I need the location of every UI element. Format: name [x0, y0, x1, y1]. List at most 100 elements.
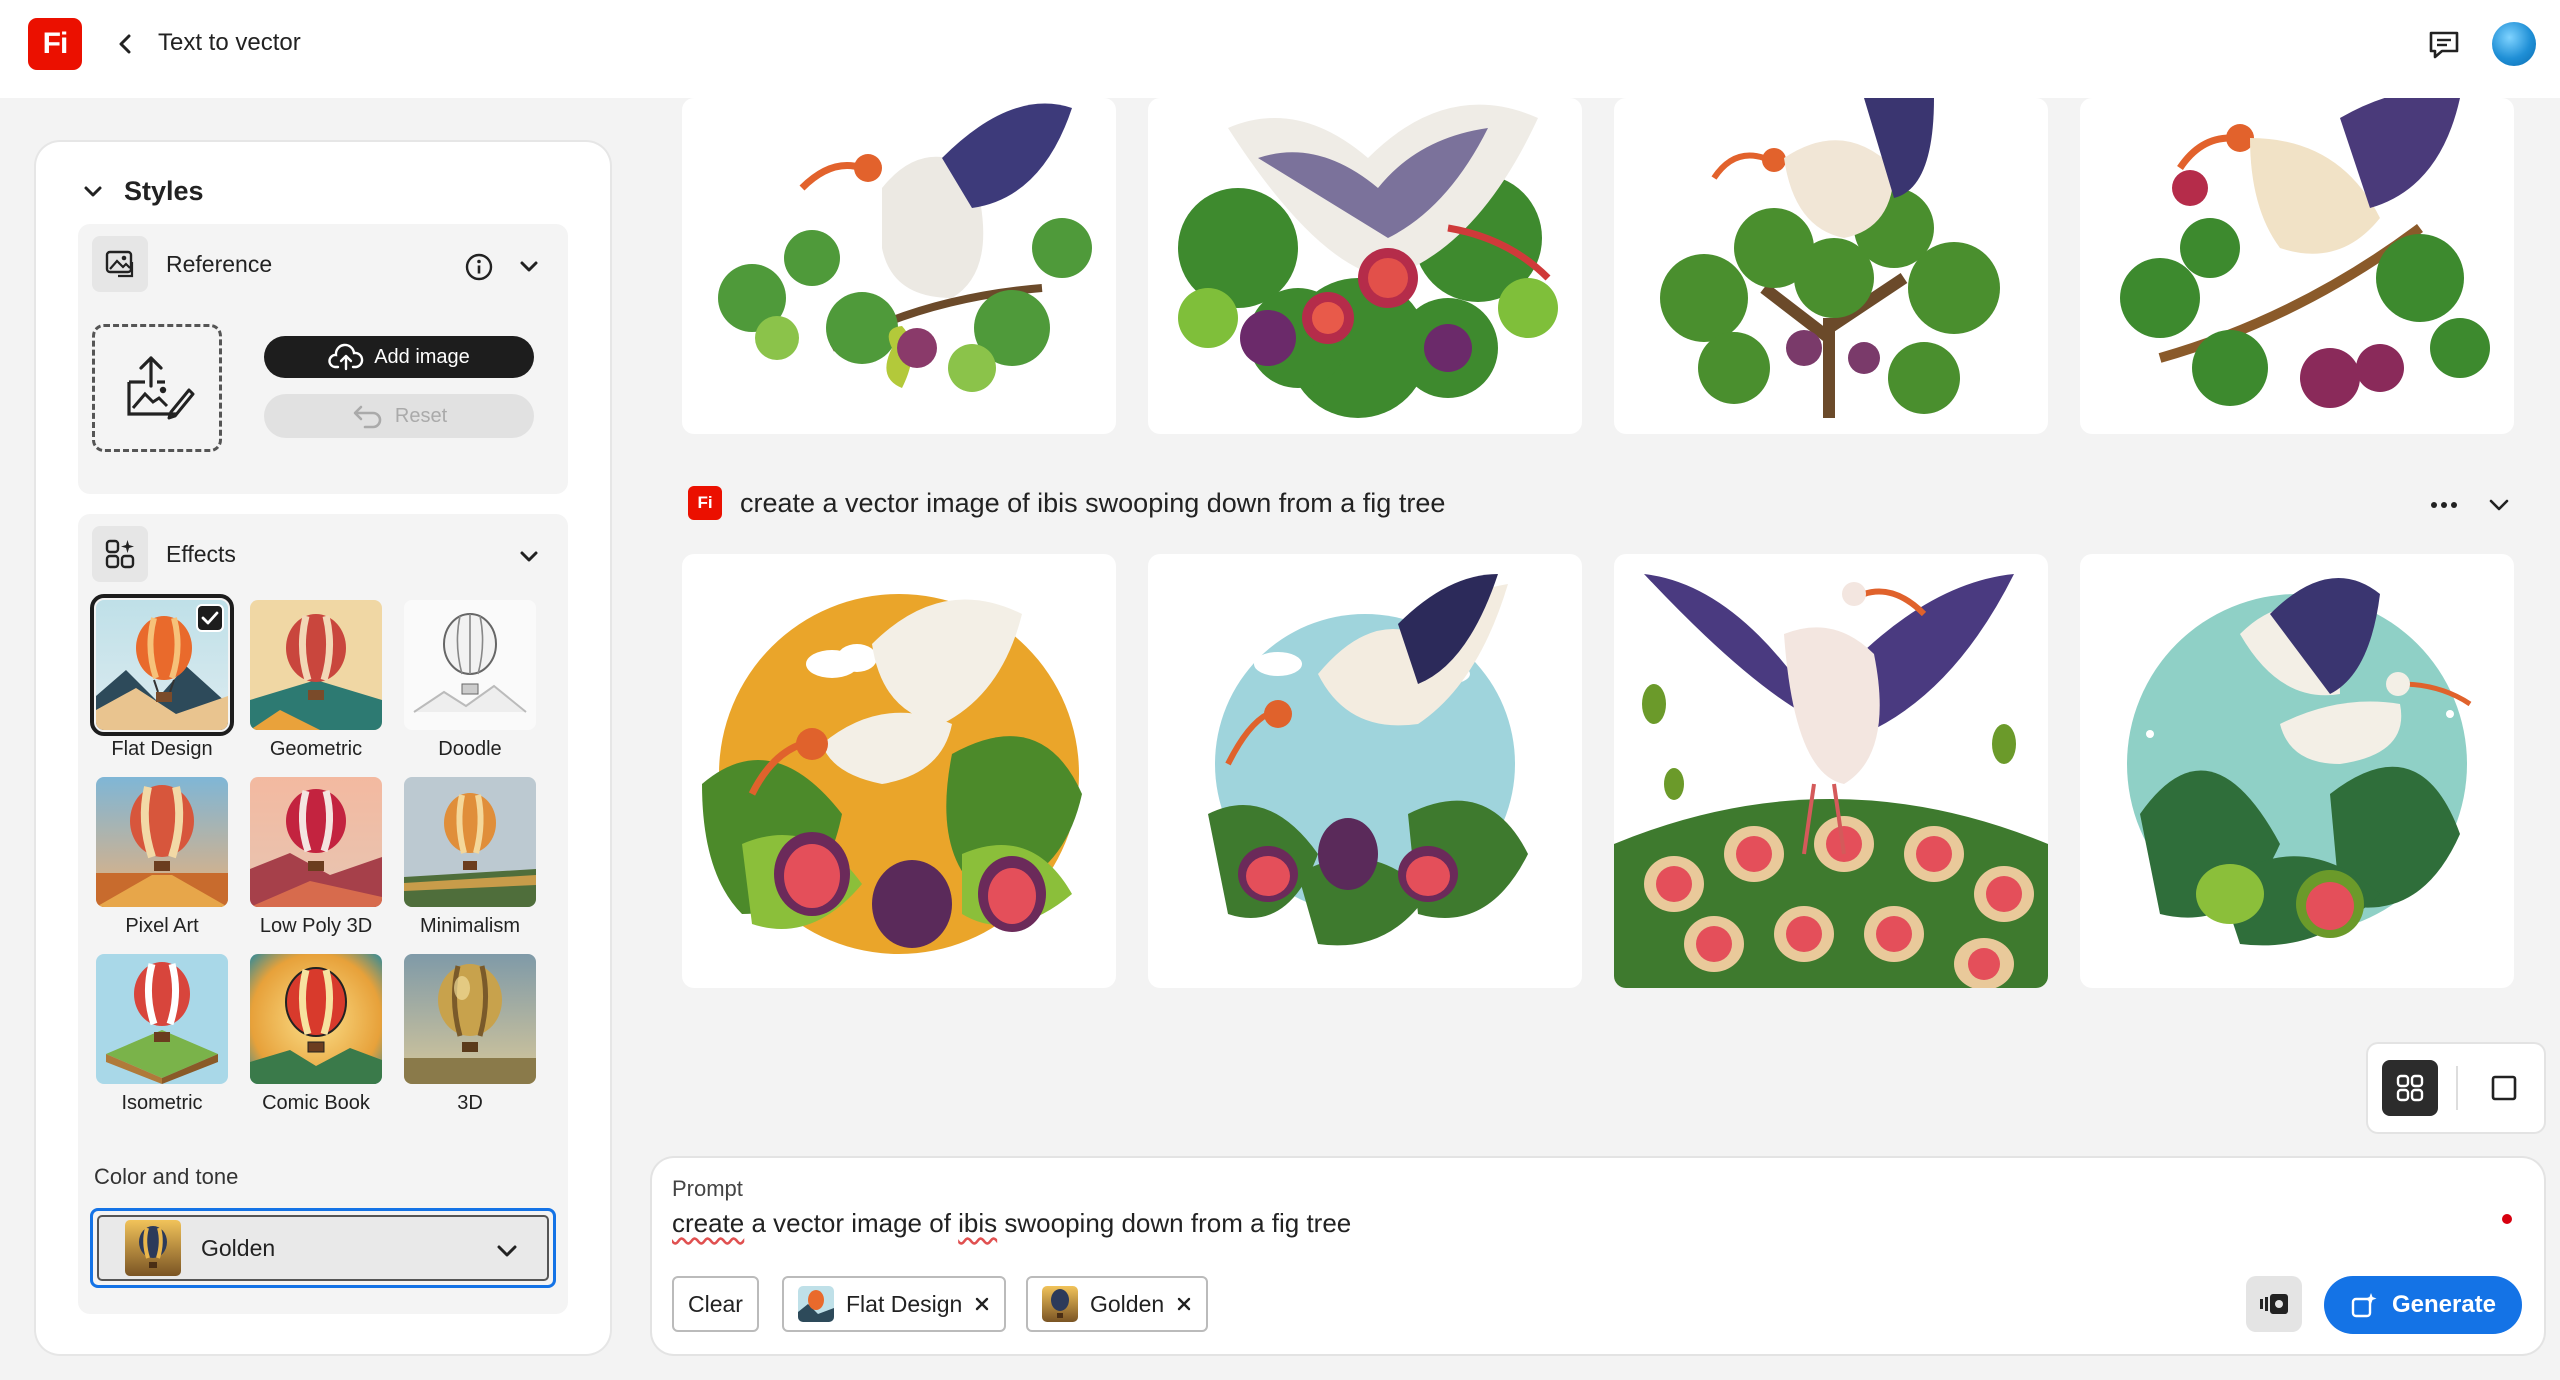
- effect-thumbnail: [250, 954, 382, 1084]
- effect-label: Pixel Art: [125, 915, 199, 937]
- remove-chip-icon[interactable]: [1176, 1296, 1192, 1312]
- page-title: Text to vector: [158, 29, 301, 56]
- comment-icon[interactable]: [2424, 25, 2464, 65]
- styles-panel: Styles Reference Add image Reset Effects…: [36, 142, 610, 1354]
- prompt-heading-row: Fi create a vector image of ibis swoopin…: [688, 486, 1445, 520]
- style-settings-icon[interactable]: [2246, 1276, 2302, 1332]
- result-image[interactable]: [682, 98, 1116, 434]
- effect-label: 3D: [457, 1092, 483, 1114]
- result-image[interactable]: [1614, 98, 2048, 434]
- ibis-illustration: [2120, 98, 2490, 408]
- ibis-illustration: [1178, 104, 1558, 418]
- info-icon[interactable]: [464, 252, 494, 287]
- generate-button[interactable]: Generate: [2324, 1276, 2522, 1334]
- effect-label: Low Poly 3D: [259, 915, 373, 937]
- effects-grid: Flat Design Geometric Doodle Pixel Art L…: [90, 594, 542, 1115]
- styles-title: Styles: [124, 176, 204, 206]
- effect-thumbnail: [404, 777, 536, 907]
- effect-thumbnail: [404, 600, 536, 730]
- reference-card: Reference Add image Reset: [78, 224, 568, 494]
- effect-thumbnail: [250, 777, 382, 907]
- prompt-input[interactable]: create a vector image of ibis swooping d…: [672, 1208, 1351, 1239]
- result-image[interactable]: [2080, 98, 2514, 434]
- prompt-label: Prompt: [672, 1176, 743, 1201]
- result-image[interactable]: [1148, 554, 1582, 988]
- effect-label: Isometric: [121, 1092, 203, 1114]
- reference-chevron-down-icon[interactable]: [518, 256, 540, 283]
- prompt-segment: a vector image of: [744, 1208, 959, 1238]
- chip-thumbnail: [1042, 1286, 1078, 1322]
- effects-chevron-down-icon[interactable]: [518, 546, 540, 573]
- prompt-segment: swooping down from a fig tree: [997, 1208, 1352, 1238]
- color-tone-select[interactable]: Golden: [90, 1208, 556, 1288]
- prompt-word: ibis: [958, 1208, 998, 1238]
- clear-button[interactable]: Clear: [672, 1276, 759, 1332]
- effect-pixel-art[interactable]: Pixel Art: [90, 777, 234, 938]
- styles-section-header[interactable]: Styles: [82, 176, 204, 207]
- reset-button[interactable]: Reset: [264, 394, 534, 438]
- collapse-chevron-down-icon[interactable]: [2484, 490, 2514, 520]
- avatar[interactable]: [2492, 22, 2536, 66]
- ibis-illustration: [702, 594, 1082, 954]
- view-toggle: [2368, 1044, 2544, 1132]
- prompt-panel: Prompt create a vector image of ibis swo…: [652, 1158, 2544, 1354]
- ibis-illustration: [718, 103, 1092, 392]
- status-dot: [2502, 1214, 2512, 1224]
- effect-thumbnail: [96, 777, 228, 907]
- clear-label: Clear: [688, 1290, 743, 1317]
- style-chip-golden[interactable]: Golden: [1026, 1276, 1209, 1332]
- effects-label: Effects: [166, 540, 236, 567]
- effect-thumbnail: [90, 594, 234, 736]
- effect-isometric[interactable]: Isometric: [90, 954, 234, 1115]
- effect-thumbnail: [404, 954, 536, 1084]
- ibis-illustration: [2127, 578, 2472, 946]
- cloud-upload-icon: [328, 343, 364, 371]
- add-image-button[interactable]: Add image: [264, 336, 534, 378]
- chevron-down-icon: [497, 1245, 517, 1257]
- effect-thumbnail: [96, 954, 228, 1084]
- ibis-illustration: [1660, 98, 2000, 418]
- back-chevron-icon[interactable]: [108, 26, 144, 62]
- top-bar: Fi Text to vector: [0, 0, 2560, 98]
- result-image[interactable]: [1148, 98, 1582, 434]
- prompt-word: create: [672, 1208, 745, 1238]
- app-logo[interactable]: Fi: [28, 18, 82, 70]
- prompt-heading: create a vector image of ibis swooping d…: [740, 487, 1446, 518]
- effect-label: Doodle: [438, 738, 502, 760]
- effect-low-poly-3d[interactable]: Low Poly 3D: [244, 777, 388, 938]
- ibis-illustration: [1614, 574, 2048, 988]
- more-options-icon[interactable]: [2424, 490, 2464, 520]
- result-image[interactable]: [2080, 554, 2514, 988]
- effect-flat-design[interactable]: Flat Design: [90, 594, 234, 761]
- single-view-icon[interactable]: [2476, 1060, 2532, 1116]
- result-image[interactable]: [682, 554, 1116, 988]
- reset-label: Reset: [394, 404, 448, 427]
- remove-chip-icon[interactable]: [974, 1296, 990, 1312]
- divider: [2456, 1066, 2458, 1110]
- chevron-down-icon: [84, 186, 102, 196]
- style-chip-flat-design[interactable]: Flat Design: [782, 1276, 1007, 1332]
- effect-minimalism[interactable]: Minimalism: [398, 777, 542, 938]
- upload-image-icon: [127, 356, 195, 420]
- undo-icon: [353, 405, 382, 429]
- add-image-label: Add image: [374, 345, 470, 368]
- effect-geometric[interactable]: Geometric: [244, 600, 388, 761]
- chip-thumbnail: [798, 1286, 834, 1322]
- generate-label: Generate: [2391, 1291, 2497, 1318]
- effects-icon: [92, 526, 148, 582]
- chip-label: Flat Design: [846, 1290, 963, 1317]
- golden-thumbnail: [125, 1220, 181, 1276]
- reference-label: Reference: [166, 250, 273, 277]
- effect-label: Minimalism: [420, 915, 520, 937]
- effect-comic-book[interactable]: Comic Book: [244, 954, 388, 1115]
- chip-label: Golden: [1090, 1290, 1165, 1317]
- reference-dropzone[interactable]: [92, 324, 222, 452]
- effect-thumbnail: [250, 600, 382, 730]
- effect-doodle[interactable]: Doodle: [398, 600, 542, 761]
- effect-label: Comic Book: [262, 1092, 370, 1114]
- grid-view-icon[interactable]: [2382, 1060, 2438, 1116]
- effect-label: Geometric: [269, 738, 363, 760]
- firefly-badge-icon: Fi: [688, 486, 722, 520]
- effect-3d[interactable]: 3D: [398, 954, 542, 1115]
- result-image[interactable]: [1614, 554, 2048, 988]
